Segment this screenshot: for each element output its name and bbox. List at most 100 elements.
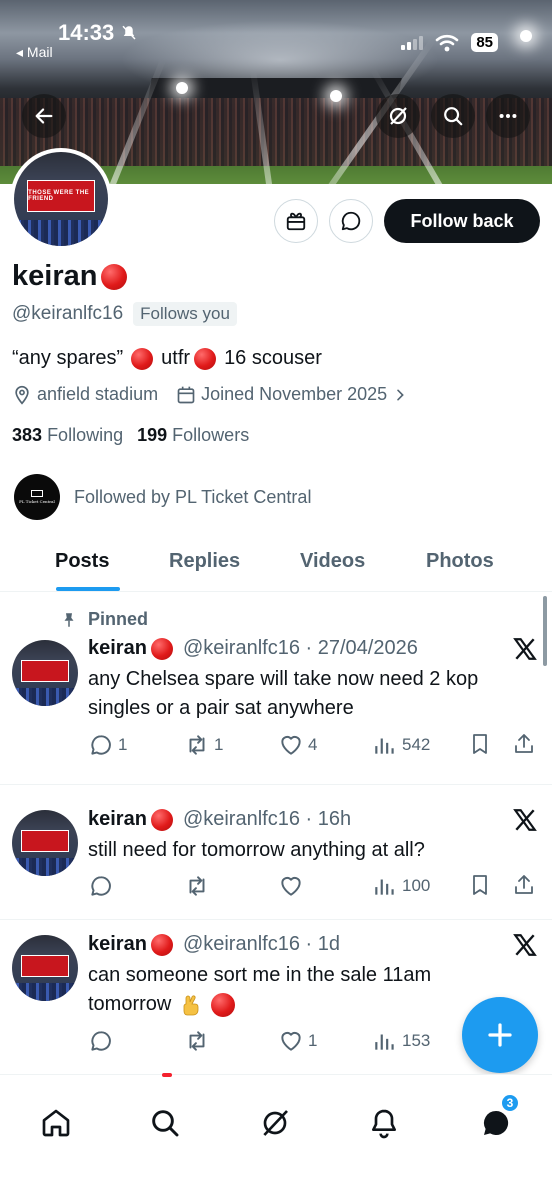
views-button[interactable]: 542	[372, 732, 430, 758]
post-handle: @keiranlfc16	[182, 637, 300, 659]
profile-tabs: Posts Replies Videos Photos	[0, 540, 552, 592]
back-button[interactable]	[22, 94, 66, 138]
message-button[interactable]	[329, 199, 373, 243]
following-count-link[interactable]: 383 Following	[12, 425, 123, 446]
tab-videos[interactable]: Videos	[300, 550, 365, 573]
x-logo-icon	[513, 809, 537, 831]
repost-icon	[189, 876, 205, 896]
nav-home[interactable]	[36, 1103, 76, 1143]
post-avatar[interactable]	[12, 640, 78, 706]
repost-icon	[189, 735, 205, 755]
more-dots-icon	[499, 113, 517, 119]
bookmark-button[interactable]	[468, 732, 492, 756]
heart-icon	[281, 1031, 301, 1051]
following-count: 383	[12, 425, 43, 445]
location-text: anfield stadium	[37, 384, 159, 404]
tab-posts[interactable]: Posts	[55, 550, 109, 573]
views-button[interactable]: 100	[372, 873, 430, 899]
more-options-button[interactable]	[486, 94, 530, 138]
avatar-flag	[21, 954, 69, 978]
post-text-line-2: tomorrow	[88, 993, 172, 1015]
post-time: · 1d	[305, 933, 340, 955]
view-count: 153	[402, 1031, 431, 1050]
bookmark-icon	[473, 734, 487, 754]
tab-replies[interactable]: Replies	[169, 550, 240, 573]
post-author-name[interactable]: keiran	[88, 808, 147, 831]
plus-icon	[488, 1023, 512, 1047]
views-bar-chart-icon	[375, 1034, 394, 1050]
search-icon	[444, 107, 463, 126]
search-icon	[152, 1110, 179, 1137]
tab-photos[interactable]: Photos	[426, 550, 494, 573]
nav-grok[interactable]	[255, 1103, 295, 1143]
follow-back-button[interactable]: Follow back	[384, 199, 540, 243]
post-item[interactable]: keiran @keiranlfc16 · 27/04/2026 any Che…	[0, 592, 552, 785]
back-arrow-icon	[35, 108, 53, 124]
chevron-right-icon	[397, 389, 405, 400]
post-author-name[interactable]: keiran	[88, 933, 147, 956]
repost-button[interactable]: 1	[184, 732, 223, 758]
followed-by-row[interactable]: PL Ticket Central Followed by PL Ticket …	[14, 474, 311, 520]
post-time: · 27/04/2026	[305, 637, 418, 659]
location-item: anfield stadium	[12, 384, 158, 405]
post-text: any Chelsea spare will take now need 2 k…	[88, 668, 479, 719]
bio-text: utfr	[161, 347, 191, 369]
views-button[interactable]: 153	[372, 1028, 430, 1054]
avatar-crowd	[12, 857, 78, 876]
views-bar-chart-icon	[375, 879, 394, 895]
profile-avatar[interactable]: THOSE WERE THE FRIEND	[10, 148, 112, 250]
red-circle-emoji	[150, 933, 173, 956]
reply-button[interactable]	[88, 873, 114, 899]
compose-post-button[interactable]	[462, 997, 538, 1073]
joined-item[interactable]: Joined November 2025	[176, 384, 408, 405]
profile-meta: anfield stadium Joined November 2025	[12, 384, 426, 405]
followers-count-link[interactable]: 199 Followers	[137, 425, 249, 446]
banner-floodlight	[176, 82, 188, 94]
post-time: · 16h	[305, 808, 352, 830]
post-text-line: can someone sort me in the sale 11am	[88, 964, 432, 986]
repost-button[interactable]	[184, 873, 210, 899]
reply-icon	[91, 876, 111, 896]
profile-handle: @keiranlfc16	[12, 303, 124, 324]
nav-messages[interactable]: 3	[476, 1093, 520, 1143]
followed-by-text: Followed by PL Ticket Central	[74, 486, 312, 507]
grok-button[interactable]	[376, 94, 420, 138]
follow-counts: 383 Following 199 Followers	[12, 425, 249, 446]
post-avatar[interactable]	[12, 935, 78, 1001]
status-back-label: Mail	[26, 44, 53, 60]
like-button[interactable]	[278, 873, 304, 899]
reply-button[interactable]: 1	[88, 732, 127, 758]
post-actions: 1 1 4 542	[88, 732, 540, 760]
post-handle: @keiranlfc16	[182, 933, 300, 955]
post-avatar[interactable]	[12, 810, 78, 876]
x-logo-icon	[513, 934, 537, 956]
battery-indicator: 85	[471, 33, 498, 52]
nav-search[interactable]	[145, 1103, 185, 1143]
repost-icon	[189, 1031, 205, 1051]
follows-you-badge: Follows you	[133, 302, 237, 326]
post-meta: @keiranlfc16 · 16h	[183, 808, 351, 831]
scroll-peek-marker	[162, 1073, 172, 1077]
repost-button[interactable]	[184, 1028, 210, 1054]
like-button[interactable]: 1	[278, 1028, 317, 1054]
share-button[interactable]	[512, 732, 536, 756]
search-profile-button[interactable]	[431, 94, 475, 138]
post-author-name[interactable]: keiran	[88, 637, 147, 660]
views-bar-chart-icon	[375, 738, 394, 754]
bottom-navigation: 3	[0, 1073, 552, 1200]
heart-icon	[281, 876, 301, 896]
post-item[interactable]: keiran @keiranlfc16 · 16h still need for…	[0, 786, 552, 920]
like-button[interactable]: 4	[278, 732, 317, 758]
status-back-to-app[interactable]: ◂ Mail	[16, 44, 53, 61]
bookmark-icon	[473, 875, 487, 895]
bookmark-button[interactable]	[468, 873, 492, 897]
post-handle: @keiranlfc16	[182, 808, 300, 830]
reply-button[interactable]	[88, 1028, 114, 1054]
subscribe-gift-button[interactable]	[274, 199, 318, 243]
nav-notifications[interactable]	[364, 1103, 404, 1143]
post-text: still need for tomorrow anything at all?	[88, 839, 425, 861]
gift-icon	[286, 212, 306, 231]
repost-count: 1	[214, 735, 224, 754]
pl-ticket-central-avatar: PL Ticket Central	[14, 474, 60, 520]
share-button[interactable]	[512, 873, 536, 897]
